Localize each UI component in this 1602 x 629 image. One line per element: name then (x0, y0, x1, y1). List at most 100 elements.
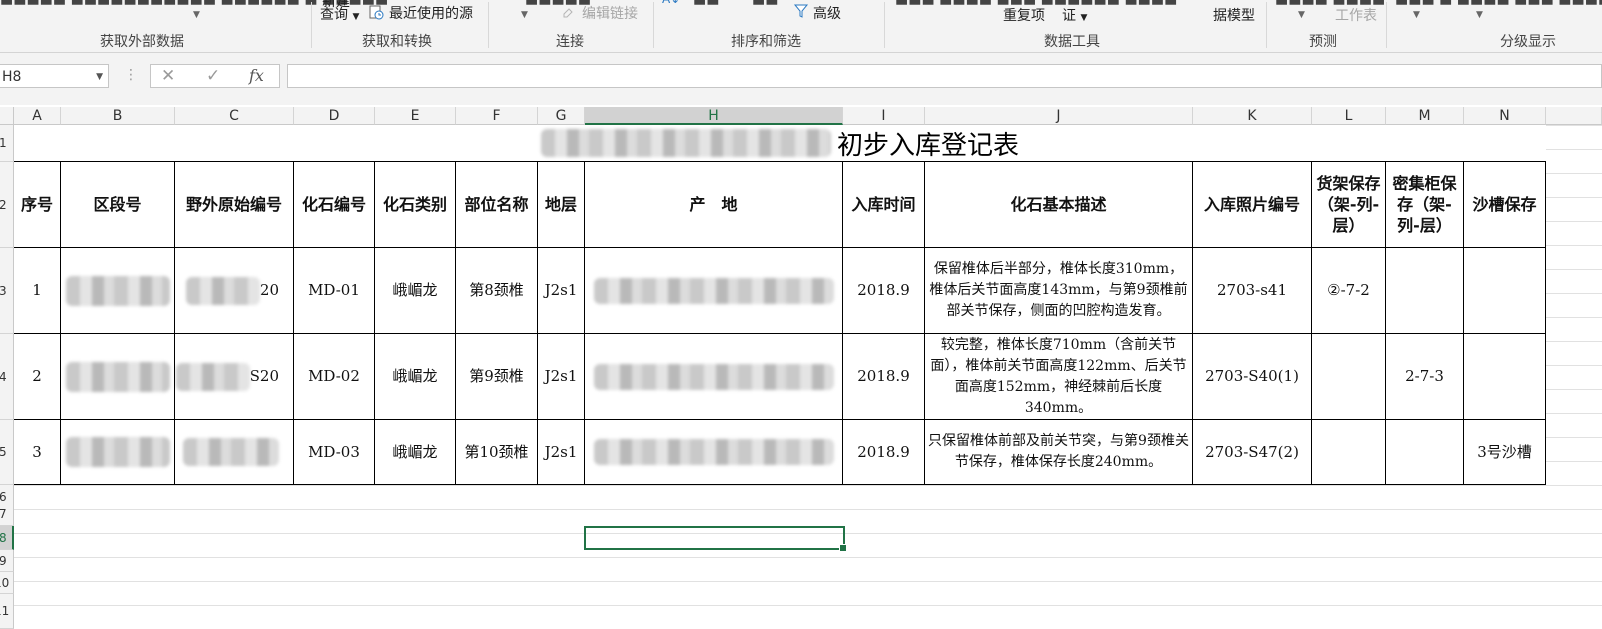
sort-button[interactable]: ■■ (693, 0, 719, 7)
sheet-title[interactable]: 初步入库登记表 (14, 125, 1546, 162)
formula-input[interactable] (287, 64, 1602, 88)
row-header-1[interactable]: 1 (0, 125, 14, 162)
table-cell-r2-g[interactable]: J2s1 (538, 334, 585, 420)
column-header-c[interactable]: C (175, 107, 294, 125)
table-header-4[interactable]: 化石编号 (294, 162, 375, 248)
table-header-5[interactable]: 化石类别 (375, 162, 456, 248)
table-header-11[interactable]: 入库照片编号 (1193, 162, 1312, 248)
table-cell-r1-j[interactable]: 保留椎体后半部分，椎体长度310mm，椎体后关节面高度143mm，与第9颈椎前部… (925, 248, 1193, 334)
column-header-b[interactable]: B (61, 107, 175, 125)
select-all-button[interactable] (0, 107, 14, 125)
column-header-j[interactable]: J (925, 107, 1193, 125)
recent-sources-button[interactable]: 最近使用的源 (389, 3, 473, 23)
column-header-f[interactable]: F (456, 107, 538, 125)
row-header-3[interactable]: 3 (0, 248, 14, 334)
table-cell-r3-c[interactable] (175, 420, 294, 485)
column-header-d[interactable]: D (294, 107, 375, 125)
column-header-n[interactable]: N (1464, 107, 1546, 125)
row-header-7[interactable]: 7 (0, 502, 14, 526)
table-cell-r1-d[interactable]: MD-01 (294, 248, 375, 334)
active-cell-selection[interactable] (584, 526, 847, 552)
name-box[interactable]: H8 ▼ (0, 64, 109, 88)
table-cell-r1-n[interactable] (1464, 248, 1546, 334)
table-header-14[interactable]: 沙槽保存 (1464, 162, 1546, 248)
remove-duplicates-button[interactable]: 重复项 (1003, 5, 1045, 25)
table-cell-r3-i[interactable]: 2018.9 (843, 420, 925, 485)
table-cell-r3-b[interactable] (61, 420, 175, 485)
row-header-4[interactable]: 4 (0, 334, 14, 420)
table-header-13[interactable]: 密集柜保存（架-列-层） (1386, 162, 1464, 248)
sort-az-icon[interactable]: A↓ (662, 0, 680, 6)
table-header-10[interactable]: 化石基本描述 (925, 162, 1193, 248)
edit-links-button[interactable]: 编辑链接 (582, 3, 638, 23)
cancel-icon[interactable]: ✕ (161, 66, 175, 86)
table-header-7[interactable]: 地层 (538, 162, 585, 248)
table-cell-r3-g[interactable]: J2s1 (538, 420, 585, 485)
manage-data-model-button[interactable]: 据模型 (1213, 5, 1255, 25)
row-header-8[interactable]: 8 (0, 526, 14, 550)
row-header-2[interactable]: 2 (0, 162, 14, 248)
column-header-empty[interactable] (1546, 107, 1602, 125)
column-header-e[interactable]: E (375, 107, 456, 125)
table-header-9[interactable]: 入库时间 (843, 162, 925, 248)
row-header-11[interactable]: 11 (0, 594, 14, 629)
table-cell-r2-n[interactable] (1464, 334, 1546, 420)
table-cell-r1-f[interactable]: 第8颈椎 (456, 248, 538, 334)
table-cell-r2-m[interactable]: 2-7-3 (1386, 334, 1464, 420)
insert-function-button[interactable]: fx (249, 66, 264, 85)
table-cell-r2-b[interactable] (61, 334, 175, 420)
table-cell-r3-k[interactable]: 2703-S47(2) (1193, 420, 1312, 485)
column-header-m[interactable]: M (1386, 107, 1464, 125)
new-query-button[interactable]: 查询 ▼ (320, 4, 359, 24)
formula-bar-splitter[interactable]: ⋮ (124, 67, 138, 83)
table-cell-r3-e[interactable]: 峨嵋龙 (375, 420, 456, 485)
reapply-button[interactable]: ■■ (752, 0, 778, 7)
table-cell-r2-l[interactable] (1312, 334, 1386, 420)
fill-handle[interactable] (839, 544, 847, 552)
table-cell-r3-m[interactable] (1386, 420, 1464, 485)
row-header-10[interactable]: 10 (0, 572, 14, 594)
table-cell-r1-b[interactable] (61, 248, 175, 334)
table-cell-r3-d[interactable]: MD-03 (294, 420, 375, 485)
table-cell-r1-g[interactable]: J2s1 (538, 248, 585, 334)
table-cell-r1-l[interactable]: ②-7-2 (1312, 248, 1386, 334)
column-header-a[interactable]: A (14, 107, 61, 125)
table-header-3[interactable]: 野外原始编号 (175, 162, 294, 248)
column-header-i[interactable]: I (843, 107, 925, 125)
table-cell-r3-a[interactable]: 3 (14, 420, 61, 485)
table-header-2[interactable]: 区段号 (61, 162, 175, 248)
column-header-l[interactable]: L (1312, 107, 1386, 125)
row-header-5[interactable]: 5 (0, 420, 14, 485)
table-cell-r3-h[interactable] (585, 420, 843, 485)
data-validation-button[interactable]: 证 ▼ (1062, 5, 1087, 25)
table-cell-r1-m[interactable] (1386, 248, 1464, 334)
row-header-9[interactable]: 9 (0, 550, 14, 572)
table-cell-r2-k[interactable]: 2703-S40(1) (1193, 334, 1312, 420)
table-cell-r1-k[interactable]: 2703-s41 (1193, 248, 1312, 334)
table-cell-r3-f[interactable]: 第10颈椎 (456, 420, 538, 485)
table-cell-r3-n[interactable]: 3号沙槽 (1464, 420, 1546, 485)
outline-row-button[interactable]: ■■■ ■ ■■■■ ■■■ ■■■■■■ (1395, 0, 1602, 7)
chevron-down-icon[interactable]: ▼ (96, 65, 103, 89)
table-cell-r1-i[interactable]: 2018.9 (843, 248, 925, 334)
table-cell-r2-f[interactable]: 第9颈椎 (456, 334, 538, 420)
table-cell-r1-c[interactable]: 20 (175, 248, 294, 334)
table-cell-r3-j[interactable]: 只保留椎体前部及前关节突，与第9颈椎关节保存，椎体保存长度240mm。 (925, 420, 1193, 485)
forecast-sheet-button[interactable]: 工作表 (1335, 5, 1377, 25)
table-cell-r2-i[interactable]: 2018.9 (843, 334, 925, 420)
table-cell-r1-h[interactable] (585, 248, 843, 334)
table-cell-r2-j[interactable]: 较完整，椎体长度710mm（含前关节面），椎体前关节面高度122mm、后关节面高… (925, 334, 1193, 420)
advanced-filter-button[interactable]: 高级 (813, 3, 841, 23)
table-header-6[interactable]: 部位名称 (456, 162, 538, 248)
table-header-12[interactable]: 货架保存（架-列-层） (1312, 162, 1386, 248)
table-cell-r2-h[interactable] (585, 334, 843, 420)
table-cell-r2-c[interactable]: S20 (175, 334, 294, 420)
table-cell-r1-e[interactable]: 峨嵋龙 (375, 248, 456, 334)
column-header-k[interactable]: K (1193, 107, 1312, 125)
table-header-8[interactable]: 产 地 (585, 162, 843, 248)
table-cell-r2-a[interactable]: 2 (14, 334, 61, 420)
table-cell-r2-e[interactable]: 峨嵋龙 (375, 334, 456, 420)
table-header-1[interactable]: 序号 (14, 162, 61, 248)
table-cell-r3-l[interactable] (1312, 420, 1386, 485)
column-header-g[interactable]: G (538, 107, 585, 125)
